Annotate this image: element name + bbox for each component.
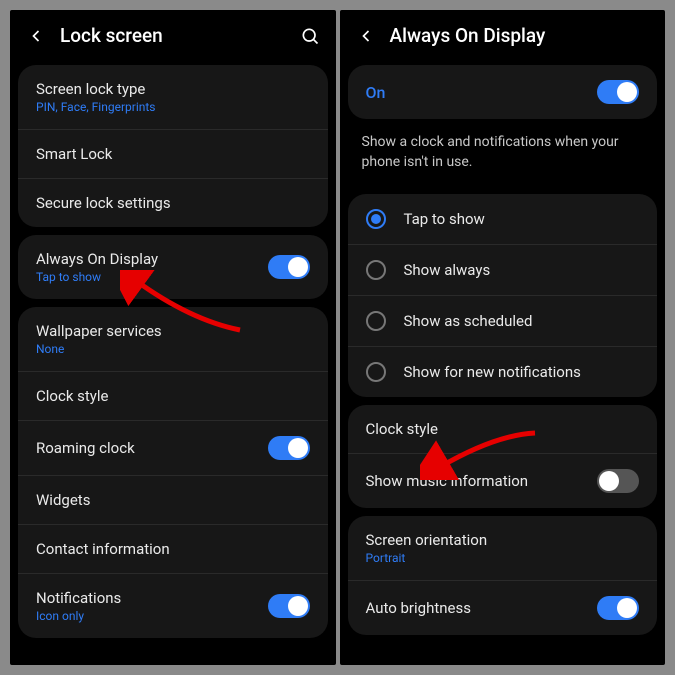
row-auto-brightness[interactable]: Auto brightness (348, 580, 658, 635)
row-contact-information[interactable]: Contact information (18, 524, 328, 573)
row-label: Always On Display (36, 250, 158, 268)
card-orientation: Screen orientation Portrait Auto brightn… (348, 516, 658, 635)
row-always-on-display[interactable]: Always On Display Tap to show (18, 235, 328, 299)
row-screen-orientation[interactable]: Screen orientation Portrait (348, 516, 658, 580)
row-label: Show music information (366, 472, 529, 490)
toggle-music-info[interactable] (597, 469, 639, 493)
toggle-auto-brightness[interactable] (597, 596, 639, 620)
radio-label: Show for new notifications (404, 363, 581, 381)
row-sub: Portrait (366, 551, 488, 565)
row-label: Roaming clock (36, 439, 135, 457)
on-label: On (366, 83, 386, 102)
row-label: Auto brightness (366, 599, 471, 617)
toggle-notifications[interactable] (268, 594, 310, 618)
row-label: Contact information (36, 540, 170, 558)
row-label: Notifications (36, 589, 121, 607)
row-label: Clock style (36, 387, 109, 405)
card-clock-music: Clock style Show music information (348, 405, 658, 508)
radio-icon (366, 209, 386, 229)
card-show-mode: Tap to show Show always Show as schedule… (348, 194, 658, 397)
row-sub: None (36, 342, 162, 356)
radio-icon (366, 311, 386, 331)
row-label: Screen orientation (366, 531, 488, 549)
row-smart-lock[interactable]: Smart Lock (18, 129, 328, 178)
row-label: Widgets (36, 491, 90, 509)
radio-label: Show always (404, 261, 491, 279)
back-icon[interactable] (26, 26, 46, 46)
row-widgets[interactable]: Widgets (18, 475, 328, 524)
row-sub: Icon only (36, 609, 121, 623)
lock-screen-panel: Lock screen Screen lock type PIN, Face, … (10, 10, 336, 665)
toggle-aod[interactable] (268, 255, 310, 279)
row-sub: PIN, Face, Fingerprints (36, 100, 156, 114)
row-wallpaper-services[interactable]: Wallpaper services None (18, 307, 328, 371)
radio-tap-to-show[interactable]: Tap to show (348, 194, 658, 244)
row-notifications[interactable]: Notifications Icon only (18, 573, 328, 638)
row-clock-style[interactable]: Clock style (348, 405, 658, 453)
radio-icon (366, 362, 386, 382)
aod-panel: Always On Display On Show a clock and no… (340, 10, 666, 665)
card-lock-basics: Screen lock type PIN, Face, Fingerprints… (18, 65, 328, 227)
radio-label: Show as scheduled (404, 312, 533, 330)
row-label: Wallpaper services (36, 322, 162, 340)
radio-show-always[interactable]: Show always (348, 244, 658, 295)
row-label: Smart Lock (36, 145, 112, 163)
radio-show-for-new-notifications[interactable]: Show for new notifications (348, 346, 658, 397)
toggle-on[interactable] (597, 80, 639, 104)
description-text: Show a clock and notifications when your… (340, 127, 666, 186)
radio-show-as-scheduled[interactable]: Show as scheduled (348, 295, 658, 346)
row-screen-lock-type[interactable]: Screen lock type PIN, Face, Fingerprints (18, 65, 328, 129)
row-label: Clock style (366, 420, 439, 438)
card-aod: Always On Display Tap to show (18, 235, 328, 299)
radio-label: Tap to show (404, 210, 485, 228)
page-title: Lock screen (60, 24, 286, 47)
row-on[interactable]: On (348, 65, 658, 119)
row-secure-lock-settings[interactable]: Secure lock settings (18, 178, 328, 227)
header: Always On Display (340, 10, 666, 57)
card-appearance: Wallpaper services None Clock style Roam… (18, 307, 328, 638)
header: Lock screen (10, 10, 336, 57)
row-label: Secure lock settings (36, 194, 171, 212)
page-title: Always On Display (390, 24, 650, 47)
back-icon[interactable] (356, 26, 376, 46)
row-label: Screen lock type (36, 80, 156, 98)
row-clock-style[interactable]: Clock style (18, 371, 328, 420)
row-show-music-information[interactable]: Show music information (348, 453, 658, 508)
toggle-roaming-clock[interactable] (268, 436, 310, 460)
radio-icon (366, 260, 386, 280)
row-roaming-clock[interactable]: Roaming clock (18, 420, 328, 475)
row-sub: Tap to show (36, 270, 158, 284)
card-on: On (348, 65, 658, 119)
search-icon[interactable] (300, 26, 320, 46)
